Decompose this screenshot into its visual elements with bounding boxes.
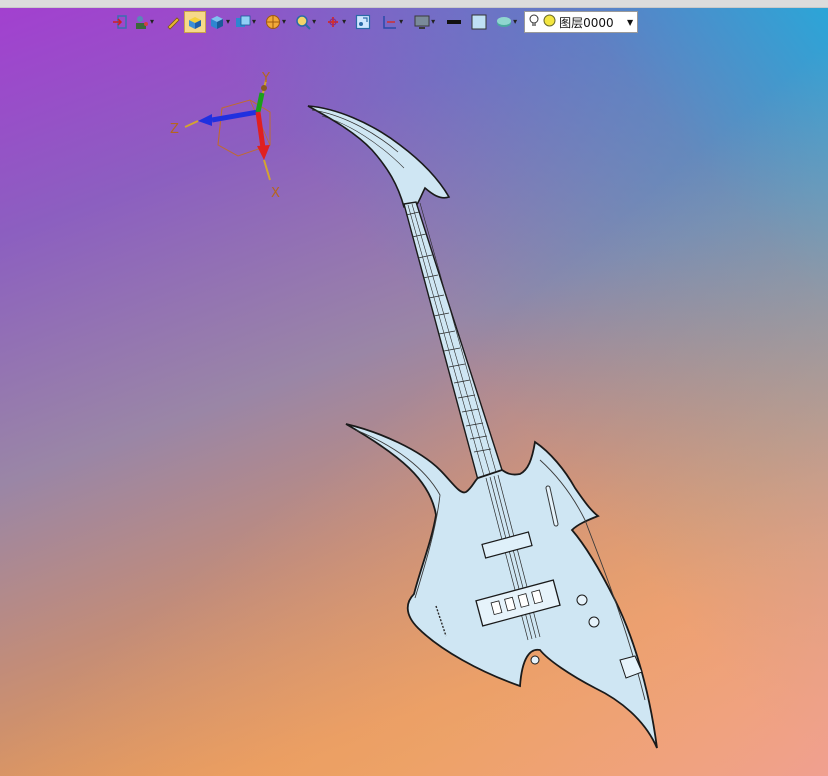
- user-view-icon: [133, 14, 149, 30]
- line-style-button[interactable]: [444, 11, 464, 33]
- chevron-down-icon[interactable]: ▾: [513, 18, 517, 26]
- chevron-down-icon[interactable]: ▾: [150, 18, 154, 26]
- x-axis-label: X: [271, 186, 280, 201]
- color-button[interactable]: [469, 11, 489, 33]
- fit-view-button[interactable]: [353, 11, 373, 33]
- output-jack[interactable]: [530, 655, 540, 665]
- zoom-button[interactable]: ▾: [293, 11, 318, 33]
- snap-icon: [325, 14, 341, 30]
- view-toolbar: ▾ ▾ ▾ ▾ ▾ ▾ ▾ ▾ ▾ 图层0000 ▼: [110, 10, 639, 34]
- window-top-edge: [0, 0, 828, 8]
- fit-icon: [355, 14, 371, 30]
- z-axis-label: Z: [170, 122, 179, 137]
- grid-icon: [382, 14, 398, 30]
- zoom-icon: [295, 14, 311, 30]
- snap-button[interactable]: ▾: [323, 11, 348, 33]
- model-scene: Z Y X: [170, 71, 658, 749]
- line-icon: [446, 14, 462, 30]
- chevron-down-icon[interactable]: ▾: [342, 18, 346, 26]
- view-cube-button[interactable]: ▾: [207, 11, 232, 33]
- guitar-body[interactable]: [345, 423, 658, 749]
- grid-button[interactable]: ▾: [380, 11, 405, 33]
- pencil-button[interactable]: [163, 11, 183, 33]
- chevron-down-icon[interactable]: ▾: [226, 18, 230, 26]
- shaded-button[interactable]: [184, 11, 207, 33]
- cube-icon: [209, 14, 225, 30]
- surface-icon: [496, 14, 512, 30]
- chevron-down-icon[interactable]: ▾: [431, 18, 435, 26]
- chevron-down-icon[interactable]: ▾: [282, 18, 286, 26]
- y-axis-arrow: [255, 92, 265, 113]
- chevron-down-icon[interactable]: ▾: [252, 18, 256, 26]
- section-button[interactable]: ▾: [263, 11, 288, 33]
- color-swatch-icon: [471, 14, 487, 30]
- standard-views-button[interactable]: ▾: [233, 11, 258, 33]
- pencil-icon: [165, 14, 181, 30]
- render-mode-button[interactable]: ▾: [131, 11, 156, 33]
- yellow-dot-icon[interactable]: [543, 14, 556, 30]
- layer-selector[interactable]: 图层0000 ▼: [524, 11, 639, 33]
- layer-name: 图层0000: [559, 15, 614, 30]
- chevron-down-icon[interactable]: ▾: [312, 18, 316, 26]
- views-icon: [235, 14, 251, 30]
- guitar-headstock[interactable]: [307, 105, 451, 208]
- display-button[interactable]: ▾: [412, 11, 437, 33]
- y-axis-label: Y: [261, 71, 270, 86]
- surface-button[interactable]: ▾: [494, 11, 519, 33]
- bulb-icon[interactable]: [528, 14, 540, 31]
- volume-knob[interactable]: [576, 594, 588, 606]
- z-axis-arrow: [211, 109, 259, 123]
- exit-icon: [112, 14, 128, 30]
- chevron-down-icon[interactable]: ▾: [399, 18, 403, 26]
- shaded-box-icon: [187, 14, 203, 30]
- x-axis-arrow: [255, 111, 266, 149]
- tone-knob[interactable]: [588, 616, 600, 628]
- guitar-model[interactable]: [307, 105, 658, 749]
- orientation-triad[interactable]: Z Y X: [170, 71, 280, 201]
- section-icon: [265, 14, 281, 30]
- exit-sketch-button[interactable]: [110, 11, 130, 33]
- monitor-icon: [414, 14, 430, 30]
- chevron-down-icon[interactable]: ▼: [627, 18, 633, 27]
